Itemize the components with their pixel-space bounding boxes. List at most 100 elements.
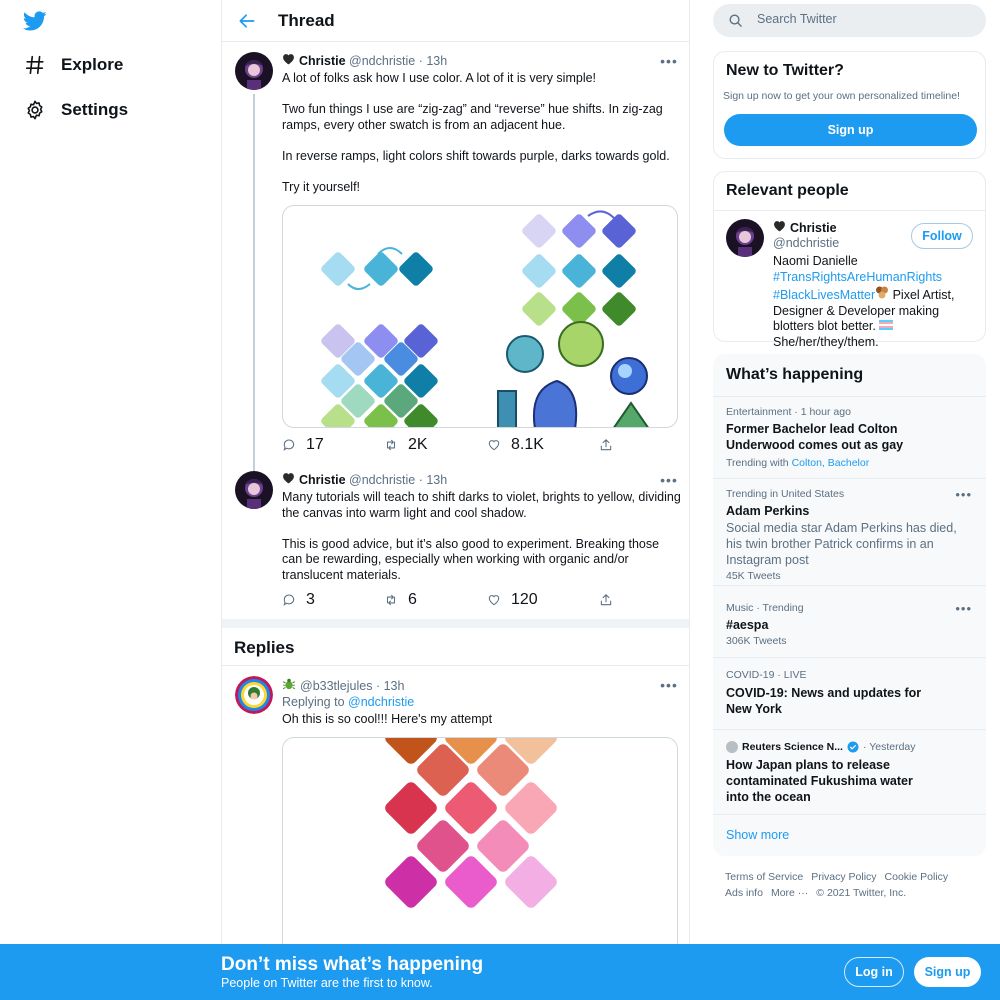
author-handle[interactable]: @b33tlejules xyxy=(300,679,372,693)
trend-title: Former Bachelor lead Colton Underwood co… xyxy=(726,422,904,452)
footer-link[interactable]: Ads info xyxy=(725,887,763,899)
thread-connector xyxy=(253,94,255,471)
tweet-image[interactable] xyxy=(282,737,678,977)
reply-button[interactable]: 17 xyxy=(282,436,324,453)
trend-title: Adam Perkins xyxy=(726,504,810,518)
person-name[interactable]: Christie xyxy=(773,220,837,235)
tweet-header: @b33tlejules · 13h xyxy=(282,677,404,694)
author-name[interactable]: Christie xyxy=(299,473,346,487)
banner-subtitle: People on Twitter are the first to know. xyxy=(221,976,433,990)
tweet-time[interactable]: · 13h xyxy=(419,54,448,68)
retweet-icon xyxy=(386,439,396,451)
trend-item[interactable]: Entertainment · 1 hour ago Former Bachel… xyxy=(713,396,986,478)
search-bar[interactable] xyxy=(713,4,986,37)
tweet-image[interactable] xyxy=(282,205,678,428)
person-handle[interactable]: @ndchristie xyxy=(773,236,839,250)
more-options-icon[interactable]: ••• xyxy=(955,487,972,502)
replying-to: Replying to @ndchristie xyxy=(282,695,414,709)
tweet-paragraph: Try it yourself! xyxy=(282,180,361,195)
bio-hashtag[interactable]: #BlackLivesMatter xyxy=(773,288,875,302)
trend-count: 306K Tweets xyxy=(726,635,787,647)
tweet-paragraph: In reverse ramps, light colors shift tow… xyxy=(282,148,670,163)
left-nav: Explore Settings xyxy=(0,0,221,1000)
twitter-logo-icon[interactable] xyxy=(23,9,47,33)
avatar[interactable] xyxy=(235,52,273,90)
follow-button[interactable]: Follow xyxy=(911,223,973,249)
trend-item[interactable]: Reuters Science N... · Yesterday How Jap… xyxy=(713,729,986,814)
nav-explore-label: Explore xyxy=(61,55,124,74)
more-options-icon[interactable]: ••• xyxy=(660,677,677,693)
reply-count: 17 xyxy=(306,436,324,453)
search-input[interactable] xyxy=(757,12,967,26)
avatar[interactable] xyxy=(235,676,273,714)
banner-title: Don’t miss what’s happening xyxy=(221,954,484,975)
trending-with-links[interactable]: Colton, Bachelor xyxy=(792,457,870,469)
trend-item[interactable]: Music · Trending ••• #aespa 306K Tweets xyxy=(713,585,986,657)
retweet-button[interactable]: 2K xyxy=(384,436,428,453)
author-handle[interactable]: @ndchristie xyxy=(349,54,415,68)
replying-to-mention[interactable]: @ndchristie xyxy=(348,695,414,709)
back-arrow-icon[interactable] xyxy=(237,11,257,31)
trend-item[interactable]: COVID-19 · LIVE COVID-19: News and updat… xyxy=(713,657,986,729)
like-count: 8.1K xyxy=(511,436,544,453)
nav-settings-label: Settings xyxy=(61,100,129,119)
trend-meta: Trending in United States xyxy=(726,488,845,500)
share-icon xyxy=(600,594,612,606)
more-options-icon[interactable]: ••• xyxy=(660,472,677,488)
banner-signup-button[interactable]: Sign up xyxy=(914,957,981,987)
footer-links: Terms of Service Privacy Policy Cookie Pol… xyxy=(725,869,980,901)
footer-more[interactable]: More ··· xyxy=(771,887,808,899)
share-button[interactable] xyxy=(599,592,613,608)
divider xyxy=(713,814,986,815)
footer-link[interactable]: Terms of Service xyxy=(725,871,803,883)
divider xyxy=(714,210,985,211)
retweet-button[interactable]: 6 xyxy=(384,591,417,608)
tweet[interactable]: Christie @ndchristie · 13h ••• A lot of … xyxy=(222,42,689,471)
bio-pronouns: She/her/they/them. xyxy=(773,334,879,349)
relevant-people-card: Relevant people Christie @ndchristie Fol… xyxy=(713,171,986,349)
black-heart-icon xyxy=(773,220,786,235)
tweet[interactable]: Christie @ndchristie · 13h ••• Many tuto… xyxy=(222,461,689,619)
author-handle[interactable]: @ndchristie xyxy=(349,473,415,487)
tweet-text: A lot of folks ask how I use color. A lo… xyxy=(282,71,682,196)
replies-header: Replies xyxy=(222,628,689,666)
trending-with-label: Trending with xyxy=(726,457,789,469)
black-heart-icon xyxy=(282,53,295,68)
news-source: Reuters Science N... · Yesterday xyxy=(726,741,916,753)
login-button[interactable]: Log in xyxy=(844,957,904,987)
retweet-count: 6 xyxy=(408,591,417,608)
trend-meta: Entertainment · 1 hour ago xyxy=(726,406,851,418)
footer-link[interactable]: Cookie Policy xyxy=(885,871,949,883)
more-options-icon[interactable]: ••• xyxy=(660,53,677,69)
avatar[interactable] xyxy=(726,219,764,257)
signup-button[interactable]: Sign up xyxy=(724,114,977,146)
share-button[interactable] xyxy=(599,437,613,453)
show-more-link[interactable]: Show more xyxy=(726,828,789,842)
verified-badge-icon xyxy=(847,741,859,753)
author-name[interactable]: Christie xyxy=(299,54,346,68)
bio-hashtag[interactable]: #TransRightsAreHumanRights xyxy=(773,270,942,284)
like-button[interactable]: 120 xyxy=(487,591,538,608)
tweet-paragraph: Two fun things I use are “zig-zag” and “… xyxy=(282,102,663,132)
trend-item[interactable]: Trending in United States ••• Adam Perki… xyxy=(713,478,986,585)
section-divider xyxy=(222,619,689,628)
nav-explore[interactable]: Explore xyxy=(24,53,123,77)
avatar[interactable] xyxy=(235,471,273,509)
nav-settings[interactable]: Settings xyxy=(24,98,128,122)
retweet-count: 2K xyxy=(408,436,428,453)
like-button[interactable]: 8.1K xyxy=(487,436,544,453)
heart-icon xyxy=(488,595,500,606)
more-options-icon[interactable]: ••• xyxy=(955,601,972,616)
reply-button[interactable]: 3 xyxy=(282,591,315,608)
pink-ramp-illustration xyxy=(385,738,557,908)
reply-tweet[interactable]: @b33tlejules · 13h ••• Replying to @ndch… xyxy=(222,666,689,977)
whats-happening-panel: What’s happening Entertainment · 1 hour … xyxy=(713,354,986,856)
tweet-time[interactable]: · 13h xyxy=(419,473,448,487)
replies-title: Replies xyxy=(234,638,295,657)
footer-link[interactable]: Privacy Policy xyxy=(811,871,876,883)
tweet-time[interactable]: · 13h xyxy=(376,679,405,693)
trend-title: COVID-19: News and updates for New York xyxy=(726,686,922,716)
thread-column: Thread Christie @ndchristie · 13h ••• A … xyxy=(221,0,690,1000)
share-icon xyxy=(600,439,612,451)
source-name: Reuters Science N... xyxy=(742,741,843,753)
